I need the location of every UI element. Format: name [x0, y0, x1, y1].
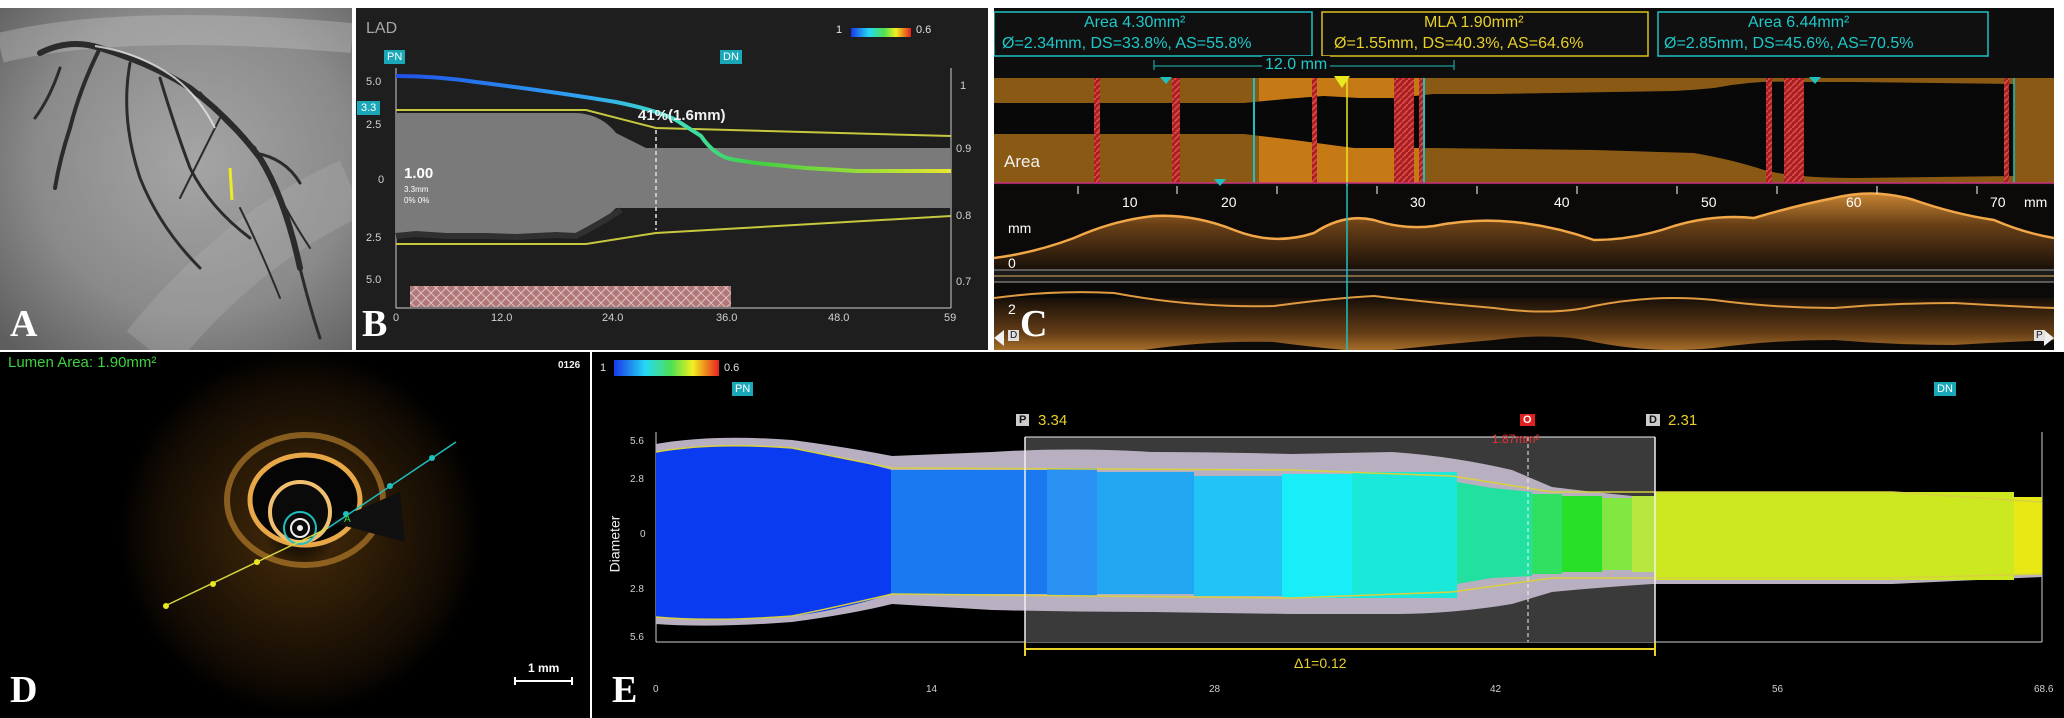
y-tick-upper: 2.8	[630, 474, 644, 485]
y-tick-top: 5.0	[366, 76, 382, 88]
panel-b-ffr-chart: LAD 1 0.6 PN DN 5.0 3.3 2.5 0 2.5 5.0 1 …	[356, 8, 988, 350]
x-tick-42: 42	[1490, 684, 1502, 695]
y-axis-label: Diameter	[606, 515, 623, 573]
area-label: Area	[1004, 152, 1040, 171]
distal-metrics: Ø=2.85mm, DS=45.6%, AS=70.5%	[1664, 35, 1914, 52]
panel-a-angiogram	[0, 8, 352, 350]
x-tick-24: 24.0	[602, 312, 624, 324]
y-tick-lower: 2.5	[366, 232, 382, 244]
right-tick-07: 0.7	[956, 276, 972, 288]
y-tick-bottom: 5.0	[366, 274, 382, 286]
dn-marker[interactable]: DN	[1934, 382, 1956, 396]
ruler-70: 70	[1990, 194, 2006, 210]
y-tick-upper: 2.5	[366, 119, 382, 131]
panel-c-longitudinal-oct: Area 4.30mm² Ø=2.34mm, DS=33.8%, AS=55.8…	[994, 8, 2054, 350]
x-tick-14: 14	[926, 684, 938, 695]
ruler-unit: mm	[2024, 194, 2048, 210]
length-label: 12.0 mm	[1262, 56, 1331, 74]
o-value: 1.87mm²	[1492, 432, 1540, 446]
colorbar	[614, 360, 719, 376]
proximal-metrics: Ø=2.34mm, DS=33.8%, AS=55.8%	[1002, 35, 1252, 52]
ruler-60: 60	[1846, 194, 1862, 210]
ffr-diameter: 3.3mm	[404, 185, 429, 194]
ffr-percent: 0% 0%	[404, 196, 430, 205]
ruler-40: 40	[1554, 194, 1570, 210]
ruler-50: 50	[1701, 194, 1717, 210]
x-tick-36: 36.0	[716, 312, 738, 324]
cross-section-svg	[118, 352, 573, 714]
panel-e-diameter-chart: 1 0.6 PN DN P 3.34 D 2.31 O 1.87mm² Diam…	[592, 352, 2064, 718]
x-tick-48: 48.0	[828, 312, 850, 324]
badge-value[interactable]: 3.3	[357, 101, 381, 115]
d-marker[interactable]: D	[1008, 330, 1020, 341]
panel-e-letter: E	[612, 669, 638, 711]
y-two: 2	[1008, 301, 1016, 317]
y-tick-top: 5.6	[630, 436, 644, 447]
colorbar-max: 0.6	[916, 24, 932, 36]
d-value: 2.31	[1668, 412, 1698, 429]
y-tick-zero: 0	[640, 529, 646, 540]
marker-a: A	[344, 514, 351, 525]
vessel-silhouette	[396, 113, 951, 236]
y-tick-lower: 2.8	[630, 584, 644, 595]
pn-marker[interactable]: PN	[732, 382, 754, 396]
lesion-bar	[410, 286, 731, 307]
right-tick-08: 0.8	[956, 210, 972, 222]
panel-d-letter: D	[10, 669, 38, 711]
y-tick-zero: 0	[378, 174, 385, 186]
o-label[interactable]: O	[1520, 414, 1535, 426]
ffr-value: 1.00	[404, 165, 434, 182]
x-tick-0: 0	[653, 684, 659, 695]
panel-b-letter: B	[362, 303, 388, 345]
delta-label: Δ1=0.12	[1294, 655, 1347, 671]
colorbar	[851, 28, 911, 37]
ruler-30: 30	[1410, 194, 1426, 210]
x-tick-56: 56	[1772, 684, 1784, 695]
ruler-10: 10	[1122, 194, 1138, 210]
panel-c-svg	[994, 11, 2054, 350]
y-zero: 0	[1008, 255, 1016, 271]
mla-metrics: Ø=1.55mm, DS=40.3%, AS=64.6%	[1334, 35, 1584, 52]
stenosis-label: 41%(1.6mm)	[638, 107, 726, 124]
panel-d-cross-section: Lumen Area: 1.90mm² 0126 1 mm A	[0, 352, 590, 718]
right-tick-1: 1	[960, 80, 967, 92]
lumen-area-label: Lumen Area: 1.90mm²	[8, 354, 157, 371]
x-tick-68-6: 68.6	[2034, 684, 2054, 695]
proximal-area: Area 4.30mm²	[1084, 14, 1186, 31]
d-label[interactable]: D	[1646, 414, 1660, 426]
x-tick-12: 12.0	[491, 312, 513, 324]
mla-area: MLA 1.90mm²	[1424, 14, 1524, 31]
p-marker[interactable]: P	[2034, 330, 2045, 341]
colorbar-max: 0.6	[724, 362, 740, 374]
dn-marker[interactable]: DN	[720, 50, 742, 64]
right-tick-09: 0.9	[956, 143, 972, 155]
p-value: 3.34	[1038, 412, 1068, 429]
ruler-20: 20	[1221, 194, 1237, 210]
panel-a-letter: A	[10, 303, 38, 345]
colorbar-min: 1	[836, 24, 843, 36]
panel-c-letter: C	[1020, 303, 1048, 345]
angiogram-image	[0, 8, 352, 350]
p-label[interactable]: P	[1016, 414, 1030, 426]
y-tick-bottom: 5.6	[630, 632, 644, 643]
frame-number: 0126	[558, 360, 581, 371]
x-tick-28: 28	[1209, 684, 1221, 695]
y-unit: mm	[1008, 220, 1032, 236]
vessel-name: LAD	[366, 20, 398, 37]
colorbar-min: 1	[600, 362, 607, 374]
panel-b-svg	[395, 28, 952, 309]
distal-area: Area 6.44mm²	[1748, 14, 1850, 31]
pn-marker[interactable]: PN	[384, 50, 406, 64]
x-tick-0: 0	[393, 312, 400, 324]
scale-label: 1 mm	[528, 661, 560, 675]
x-tick-59: 59	[944, 312, 957, 324]
